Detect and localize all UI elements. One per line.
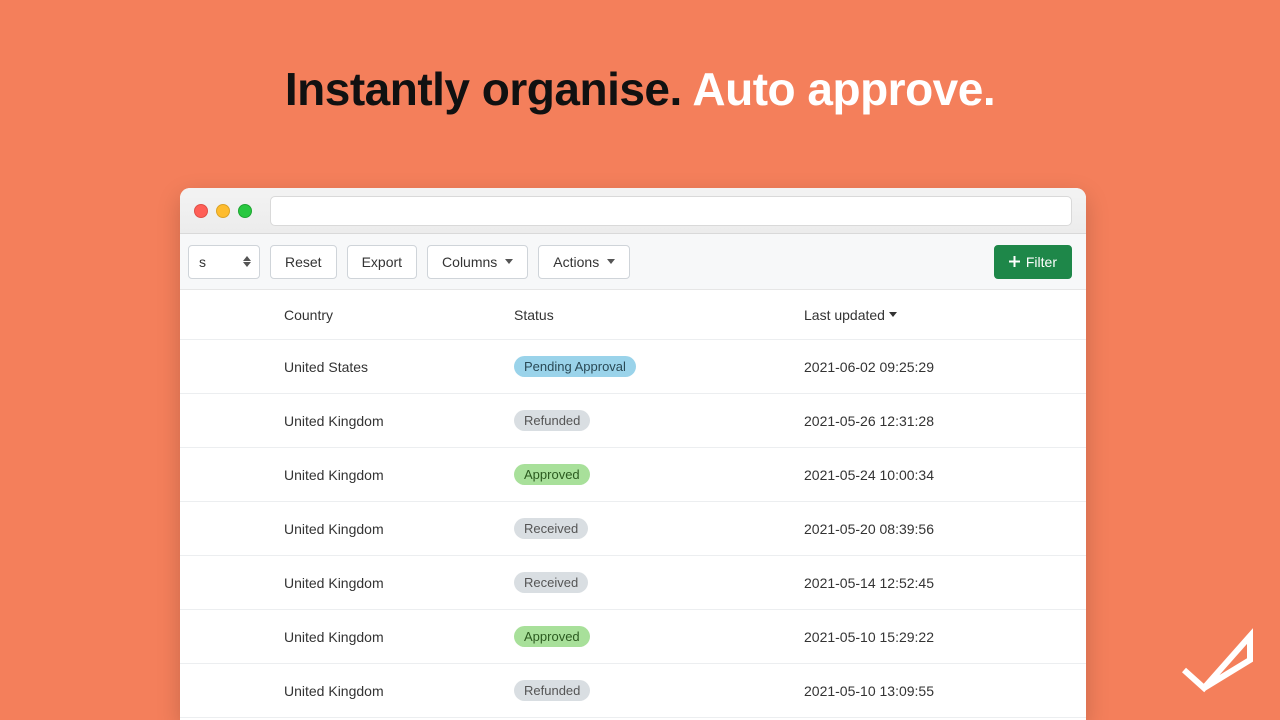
caret-down-icon: [607, 259, 615, 264]
plus-icon: [1009, 256, 1020, 267]
status-badge: Refunded: [514, 410, 590, 431]
table-row[interactable]: United KingdomReceived 2021-05-14 12:52:4…: [180, 556, 1086, 610]
cell-last-updated: 2021-05-10 15:29:22: [800, 629, 1086, 645]
table-toolbar: s Reset Export Columns Actions Filter: [180, 234, 1086, 290]
cell-last-updated: 2021-05-24 10:00:34: [800, 467, 1086, 483]
cell-country: United Kingdom: [280, 467, 510, 483]
page-size-fragment: s: [199, 254, 206, 270]
minimize-icon[interactable]: [216, 204, 230, 218]
maximize-icon[interactable]: [238, 204, 252, 218]
cell-last-updated: 2021-05-10 13:09:55: [800, 683, 1086, 699]
headline-part1: Instantly organise.: [285, 63, 682, 115]
address-bar[interactable]: [270, 196, 1072, 226]
cell-last-updated: 2021-05-20 08:39:56: [800, 521, 1086, 537]
brand-check-icon: [1178, 626, 1256, 696]
sort-desc-icon: [889, 312, 897, 317]
window-traffic-lights: [194, 204, 252, 218]
columns-dropdown[interactable]: Columns: [427, 245, 528, 279]
page-size-select[interactable]: s: [188, 245, 260, 279]
col-status[interactable]: Status: [510, 307, 800, 323]
cell-status: Pending Approval: [510, 356, 800, 377]
close-icon[interactable]: [194, 204, 208, 218]
cell-country: United Kingdom: [280, 575, 510, 591]
cell-country: United Kingdom: [280, 413, 510, 429]
stepper-icon: [243, 256, 251, 267]
cell-last-updated: 2021-05-14 12:52:45: [800, 575, 1086, 591]
browser-window: s Reset Export Columns Actions Filter Co…: [180, 188, 1086, 720]
table-row[interactable]: United KingdomRefunded 2021-05-10 13:09:5…: [180, 664, 1086, 718]
status-badge: Approved: [514, 464, 590, 485]
col-last-updated[interactable]: Last updated: [800, 307, 1086, 323]
cell-country: United Kingdom: [280, 683, 510, 699]
actions-dropdown[interactable]: Actions: [538, 245, 630, 279]
status-badge: Received: [514, 572, 588, 593]
cell-last-updated: 2021-06-02 09:25:29: [800, 359, 1086, 375]
col-country[interactable]: Country: [280, 307, 510, 323]
cell-status: Refunded: [510, 680, 800, 701]
table-row[interactable]: United KingdomApproved 2021-05-10 15:29:2…: [180, 610, 1086, 664]
caret-down-icon: [505, 259, 513, 264]
table-row[interactable]: United KingdomRefunded 2021-05-26 12:31:2…: [180, 394, 1086, 448]
cell-country: United Kingdom: [280, 521, 510, 537]
table-header-row: Country Status Last updated: [180, 290, 1086, 340]
table-row[interactable]: United KingdomApproved 2021-05-24 10:00:3…: [180, 448, 1086, 502]
cell-country: United Kingdom: [280, 629, 510, 645]
table-row[interactable]: United KingdomReceived 2021-05-20 08:39:5…: [180, 502, 1086, 556]
status-badge: Received: [514, 518, 588, 539]
cell-last-updated: 2021-05-26 12:31:28: [800, 413, 1086, 429]
status-badge: Pending Approval: [514, 356, 636, 377]
add-filter-button[interactable]: Filter: [994, 245, 1072, 279]
marketing-headline: Instantly organise. Auto approve.: [0, 0, 1280, 116]
status-badge: Refunded: [514, 680, 590, 701]
window-titlebar: [180, 188, 1086, 234]
status-badge: Approved: [514, 626, 590, 647]
cell-status: Approved: [510, 626, 800, 647]
headline-part2: Auto approve.: [692, 63, 995, 115]
data-table: Country Status Last updated United State…: [180, 290, 1086, 720]
cell-status: Approved: [510, 464, 800, 485]
cell-status: Received: [510, 518, 800, 539]
cell-status: Received: [510, 572, 800, 593]
cell-status: Refunded: [510, 410, 800, 431]
reset-button[interactable]: Reset: [270, 245, 337, 279]
cell-country: United States: [280, 359, 510, 375]
table-row[interactable]: United StatesPending Approval 2021-06-02 …: [180, 340, 1086, 394]
export-button[interactable]: Export: [347, 245, 417, 279]
